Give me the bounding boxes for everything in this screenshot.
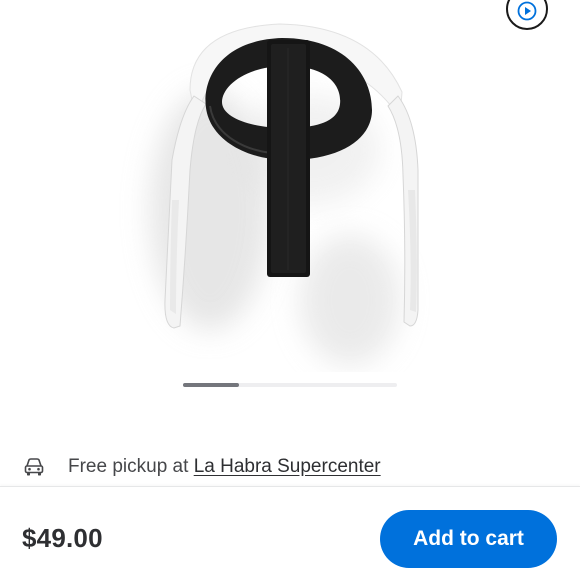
car-icon — [23, 456, 45, 483]
product-page: Free pickup at La Habra Supercenter $49.… — [0, 0, 580, 580]
price: $49.00 — [22, 523, 103, 553]
purchase-bar: $49.00 Add to cart — [0, 486, 580, 580]
play-circle-icon — [517, 1, 537, 21]
head-strap-illustration — [150, 23, 419, 365]
pickup-info: Free pickup at La Habra Supercenter — [0, 446, 580, 486]
video-play-button[interactable] — [506, 0, 548, 30]
add-to-cart-button[interactable]: Add to cart — [380, 510, 557, 568]
product-image[interactable] — [110, 0, 450, 372]
pickup-text: Free pickup at La Habra Supercenter — [68, 456, 381, 478]
carousel-indicator — [183, 383, 397, 387]
pickup-prefix: Free pickup at — [68, 456, 189, 477]
store-link[interactable]: La Habra Supercenter — [194, 456, 381, 477]
carousel-indicator-thumb — [183, 383, 239, 387]
